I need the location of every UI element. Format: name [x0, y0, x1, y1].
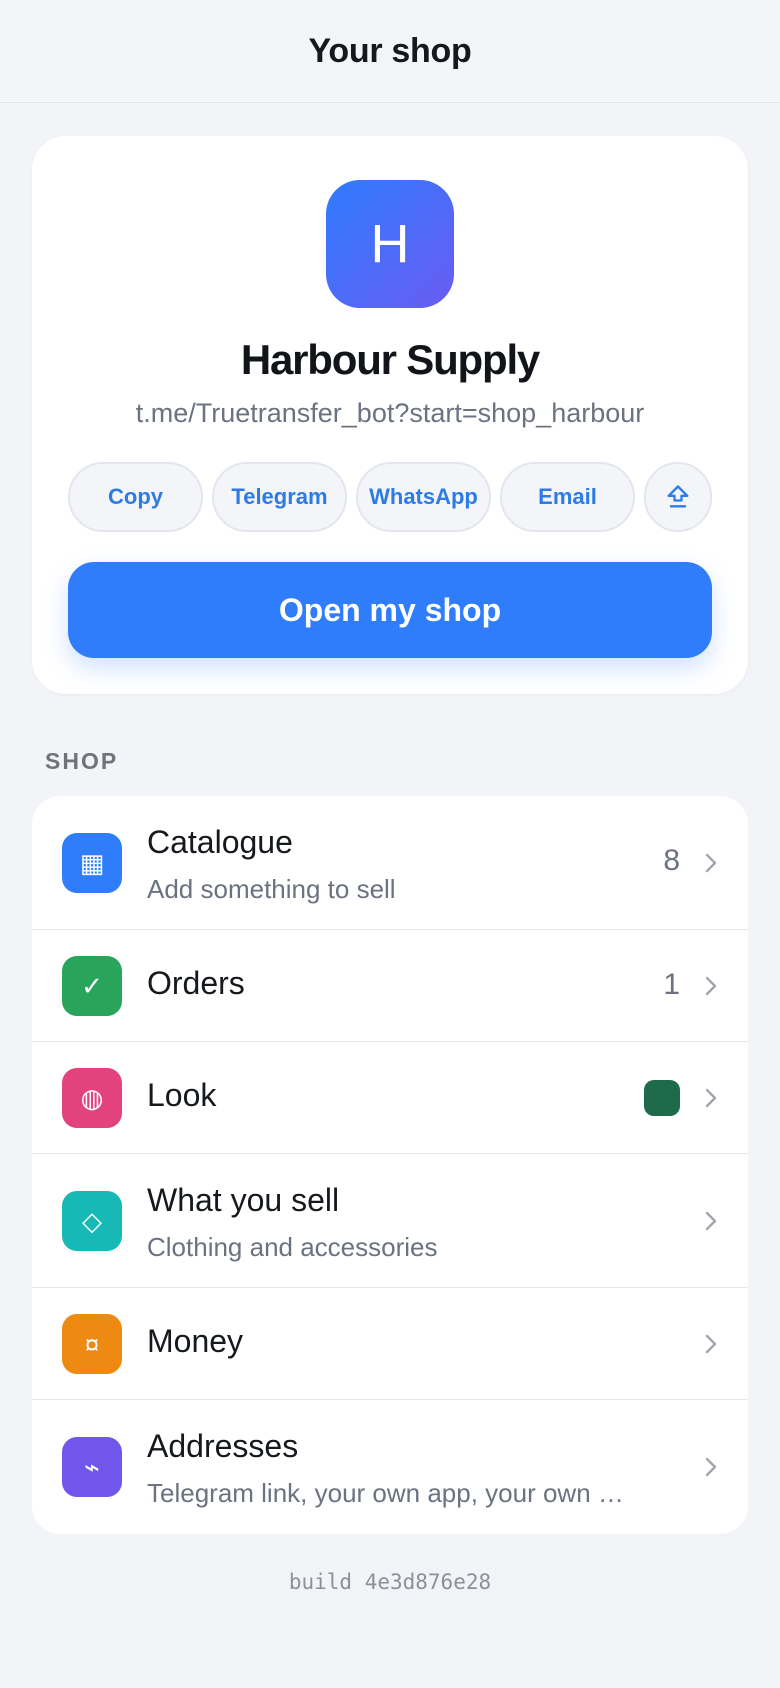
currency-icon: ¤: [62, 1314, 122, 1374]
copy-button[interactable]: Copy: [68, 462, 203, 532]
chevron-right-icon: [705, 1211, 717, 1231]
menu-item-title: Look: [147, 1077, 217, 1113]
whatsapp-share-button[interactable]: WhatsApp: [356, 462, 491, 532]
telegram-share-button[interactable]: Telegram: [212, 462, 347, 532]
share-icon: [667, 485, 689, 508]
count-badge: 8: [663, 844, 680, 877]
menu-item-money[interactable]: ¤ Money: [32, 1288, 748, 1400]
diamond-icon: ◇: [62, 1191, 122, 1251]
top-bar: Your shop: [0, 0, 780, 103]
chevron-right-icon: [705, 853, 717, 873]
chevron-right-icon: [705, 1334, 717, 1354]
menu-item-catalogue[interactable]: ▦ Catalogue Add something to sell 8: [32, 796, 748, 930]
grid-icon: ▦: [62, 833, 122, 893]
count-badge: 1: [663, 968, 680, 1001]
menu-item-orders[interactable]: ✓ Orders 1: [32, 930, 748, 1042]
open-shop-button[interactable]: Open my shop: [68, 562, 712, 658]
menu-item-subtitle: Clothing and accessories: [147, 1232, 438, 1262]
page-title: Your shop: [308, 31, 472, 70]
shop-name: Harbour Supply: [240, 336, 540, 383]
shop-card: H Harbour Supply t.me/Truetransfer_bot?s…: [32, 136, 748, 694]
link-icon: ⌁: [62, 1437, 122, 1497]
build-version: build 4e3d876e28: [288, 1570, 492, 1594]
menu-item-title: Money: [147, 1323, 244, 1359]
menu-item-addresses[interactable]: ⌁ Addresses Telegram link, your own app,…: [32, 1400, 748, 1534]
palette-icon: ◍: [62, 1068, 122, 1128]
menu-item-title: What you sell: [147, 1182, 340, 1218]
theme-color-swatch: [644, 1080, 680, 1116]
shop-avatar: H: [326, 180, 454, 308]
email-share-button[interactable]: Email: [500, 462, 635, 532]
chevron-right-icon: [705, 1088, 717, 1108]
share-button[interactable]: [644, 462, 712, 532]
menu-item-title: Orders: [147, 965, 245, 1001]
menu-item-look[interactable]: ◍ Look: [32, 1042, 748, 1154]
check-icon: ✓: [62, 956, 122, 1016]
menu-item-title: Addresses: [147, 1428, 299, 1464]
chevron-right-icon: [705, 1457, 717, 1477]
menu-item-what-you-sell[interactable]: ◇ What you sell Clothing and accessories: [32, 1154, 748, 1288]
menu-item-title: Catalogue: [147, 824, 293, 860]
shop-link[interactable]: t.me/Truetransfer_bot?start=shop_harbour: [32, 398, 748, 429]
shop-menu: ▦ Catalogue Add something to sell 8 ✓ Or…: [32, 796, 748, 1534]
menu-item-subtitle: Add something to sell: [147, 874, 396, 904]
menu-item-subtitle: Telegram link, your own app, your own …: [147, 1478, 624, 1508]
section-label-shop: SHOP: [45, 748, 119, 774]
chevron-right-icon: [705, 976, 717, 996]
share-buttons-row: Copy Telegram WhatsApp Email: [68, 462, 712, 532]
